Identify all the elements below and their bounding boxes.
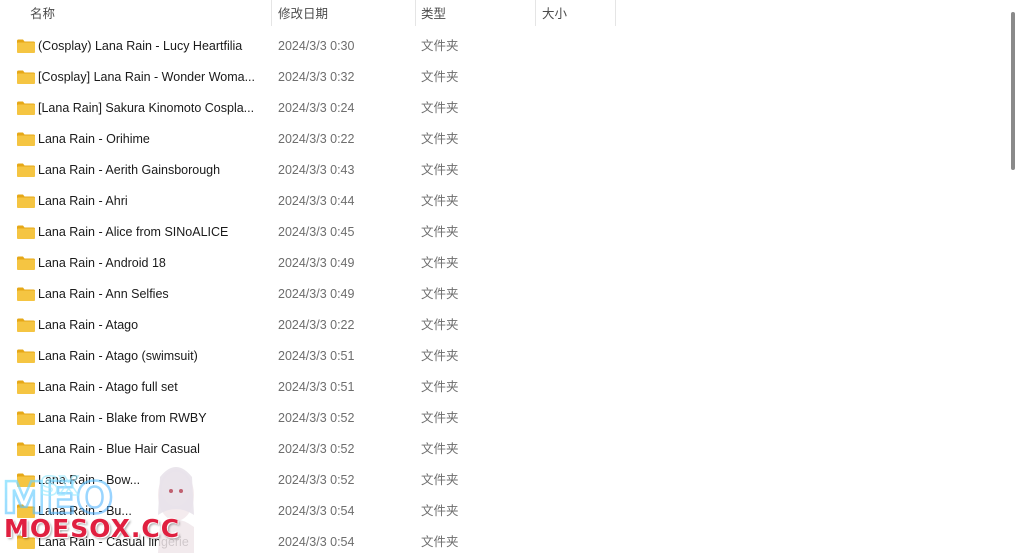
file-row[interactable]: (Cosplay) Lana Rain - Lucy Heartfilia 202… bbox=[0, 31, 1002, 62]
file-modified-date: 2024/3/3 0:49 bbox=[278, 287, 355, 301]
file-modified-date: 2024/3/3 0:44 bbox=[278, 194, 355, 208]
file-modified-date: 2024/3/3 0:51 bbox=[278, 349, 355, 363]
column-header-modified-label: 修改日期 bbox=[278, 7, 329, 21]
file-type: 文件夹 bbox=[421, 225, 459, 239]
file-row[interactable]: Lana Rain - Bow... 2024/3/3 0:52 文件夹 bbox=[0, 465, 1002, 496]
file-type: 文件夹 bbox=[421, 504, 459, 518]
file-name: Lana Rain - Casual lingerie bbox=[38, 535, 189, 549]
folder-icon bbox=[17, 194, 35, 208]
column-divider[interactable] bbox=[615, 0, 616, 26]
file-row[interactable]: Lana Rain - Ann Selfies 2024/3/3 0:49 文件夹 bbox=[0, 279, 1002, 310]
file-name: Lana Rain - Atago (swimsuit) bbox=[38, 349, 198, 363]
folder-icon bbox=[17, 70, 35, 84]
folder-icon bbox=[17, 132, 35, 146]
file-modified-date: 2024/3/3 0:30 bbox=[278, 39, 355, 53]
file-name: Lana Rain - Android 18 bbox=[38, 256, 166, 270]
file-explorer: 名称 ⌃ 修改日期 类型 大小 (Cosplay) Lana Rain - Lu… bbox=[0, 0, 1020, 553]
file-row[interactable]: Lana Rain - Casual lingerie 2024/3/3 0:54… bbox=[0, 527, 1002, 553]
file-modified-date: 2024/3/3 0:43 bbox=[278, 163, 355, 177]
file-modified-date: 2024/3/3 0:54 bbox=[278, 504, 355, 518]
file-row[interactable]: Lana Rain - Atago (swimsuit) 2024/3/3 0:5… bbox=[0, 341, 1002, 372]
file-modified-date: 2024/3/3 0:52 bbox=[278, 411, 355, 425]
file-type: 文件夹 bbox=[421, 380, 459, 394]
file-type: 文件夹 bbox=[421, 256, 459, 270]
folder-icon bbox=[17, 380, 35, 394]
file-type: 文件夹 bbox=[421, 132, 459, 146]
file-type: 文件夹 bbox=[421, 473, 459, 487]
file-row[interactable]: Lana Rain - Atago 2024/3/3 0:22 文件夹 bbox=[0, 310, 1002, 341]
file-modified-date: 2024/3/3 0:24 bbox=[278, 101, 355, 115]
folder-icon bbox=[17, 101, 35, 115]
file-name: Lana Rain - Bow... bbox=[38, 473, 141, 487]
file-name: Lana Rain - Orihime bbox=[38, 132, 150, 146]
file-type: 文件夹 bbox=[421, 70, 459, 84]
file-row[interactable]: Lana Rain - Blue Hair Casual 2024/3/3 0:5… bbox=[0, 434, 1002, 465]
column-header-size[interactable]: 大小 bbox=[536, 0, 615, 28]
file-modified-date: 2024/3/3 0:52 bbox=[278, 473, 355, 487]
file-name: Lana Rain - Blue Hair Casual bbox=[38, 442, 200, 456]
file-name: Lana Rain - Alice from SINoALICE bbox=[38, 225, 229, 239]
file-modified-date: 2024/3/3 0:51 bbox=[278, 380, 355, 394]
folder-icon bbox=[17, 473, 35, 487]
file-type: 文件夹 bbox=[421, 442, 459, 456]
file-row[interactable]: Lana Rain - Bu... 2024/3/3 0:54 文件夹 bbox=[0, 496, 1002, 527]
scrollbar-thumb[interactable] bbox=[1011, 12, 1015, 170]
file-modified-date: 2024/3/3 0:45 bbox=[278, 225, 355, 239]
file-modified-date: 2024/3/3 0:52 bbox=[278, 442, 355, 456]
folder-icon bbox=[17, 411, 35, 425]
file-modified-date: 2024/3/3 0:54 bbox=[278, 535, 355, 549]
file-name: (Cosplay) Lana Rain - Lucy Heartfilia bbox=[38, 39, 243, 53]
column-header-size-label: 大小 bbox=[542, 7, 568, 21]
file-modified-date: 2024/3/3 0:32 bbox=[278, 70, 355, 84]
file-name: Lana Rain - Atago bbox=[38, 318, 139, 332]
folder-icon bbox=[17, 256, 35, 270]
column-header-type-label: 类型 bbox=[421, 7, 447, 21]
file-type: 文件夹 bbox=[421, 349, 459, 363]
folder-icon bbox=[17, 287, 35, 301]
file-type: 文件夹 bbox=[421, 194, 459, 208]
file-row[interactable]: Lana Rain - Alice from SINoALICE 2024/3/3… bbox=[0, 217, 1002, 248]
file-row[interactable]: [Cosplay] Lana Rain - Wonder Woma... 2024… bbox=[0, 62, 1002, 93]
column-header-type[interactable]: 类型 bbox=[416, 0, 535, 28]
file-row[interactable]: Lana Rain - Blake from RWBY 2024/3/3 0:52… bbox=[0, 403, 1002, 434]
file-type: 文件夹 bbox=[421, 163, 459, 177]
file-type: 文件夹 bbox=[421, 411, 459, 425]
file-type: 文件夹 bbox=[421, 318, 459, 332]
folder-icon bbox=[17, 504, 35, 518]
folder-icon bbox=[17, 349, 35, 363]
folder-icon bbox=[17, 318, 35, 332]
file-name: Lana Rain - Ann Selfies bbox=[38, 287, 169, 301]
file-name: [Lana Rain] Sakura Kinomoto Cospla... bbox=[38, 101, 255, 115]
file-row[interactable]: [Lana Rain] Sakura Kinomoto Cospla... 202… bbox=[0, 93, 1002, 124]
file-type: 文件夹 bbox=[421, 39, 459, 53]
file-row[interactable]: Lana Rain - Ahri 2024/3/3 0:44 文件夹 bbox=[0, 186, 1002, 217]
folder-icon bbox=[17, 442, 35, 456]
folder-icon bbox=[17, 535, 35, 549]
file-modified-date: 2024/3/3 0:49 bbox=[278, 256, 355, 270]
file-list: (Cosplay) Lana Rain - Lucy Heartfilia 202… bbox=[0, 31, 1002, 553]
file-type: 文件夹 bbox=[421, 535, 459, 549]
file-row[interactable]: Lana Rain - Atago full set 2024/3/3 0:51 文… bbox=[0, 372, 1002, 403]
folder-icon bbox=[17, 39, 35, 53]
file-row[interactable]: Lana Rain - Aerith Gainsborough 2024/3/3 … bbox=[0, 155, 1002, 186]
file-type: 文件夹 bbox=[421, 287, 459, 301]
file-name: Lana Rain - Blake from RWBY bbox=[38, 411, 207, 425]
column-header-name-label: 名称 bbox=[30, 7, 56, 21]
column-header-name[interactable]: 名称 ⌃ bbox=[0, 0, 271, 28]
column-header-bar: 名称 ⌃ 修改日期 类型 大小 bbox=[0, 0, 1002, 28]
file-row[interactable]: Lana Rain - Orihime 2024/3/3 0:22 文件夹 bbox=[0, 124, 1002, 155]
file-name: Lana Rain - Atago full set bbox=[38, 380, 178, 394]
file-name: Lana Rain - Aerith Gainsborough bbox=[38, 163, 221, 177]
folder-icon bbox=[17, 225, 35, 239]
file-modified-date: 2024/3/3 0:22 bbox=[278, 132, 355, 146]
file-type: 文件夹 bbox=[421, 101, 459, 115]
file-name: Lana Rain - Bu... bbox=[38, 504, 132, 518]
folder-icon bbox=[17, 163, 35, 177]
file-modified-date: 2024/3/3 0:22 bbox=[278, 318, 355, 332]
file-row[interactable]: Lana Rain - Android 18 2024/3/3 0:49 文件夹 bbox=[0, 248, 1002, 279]
column-header-modified[interactable]: 修改日期 bbox=[272, 0, 415, 28]
file-name: [Cosplay] Lana Rain - Wonder Woma... bbox=[38, 70, 255, 84]
file-name: Lana Rain - Ahri bbox=[38, 194, 128, 208]
chevron-up-icon: ⌃ bbox=[142, 0, 151, 7]
